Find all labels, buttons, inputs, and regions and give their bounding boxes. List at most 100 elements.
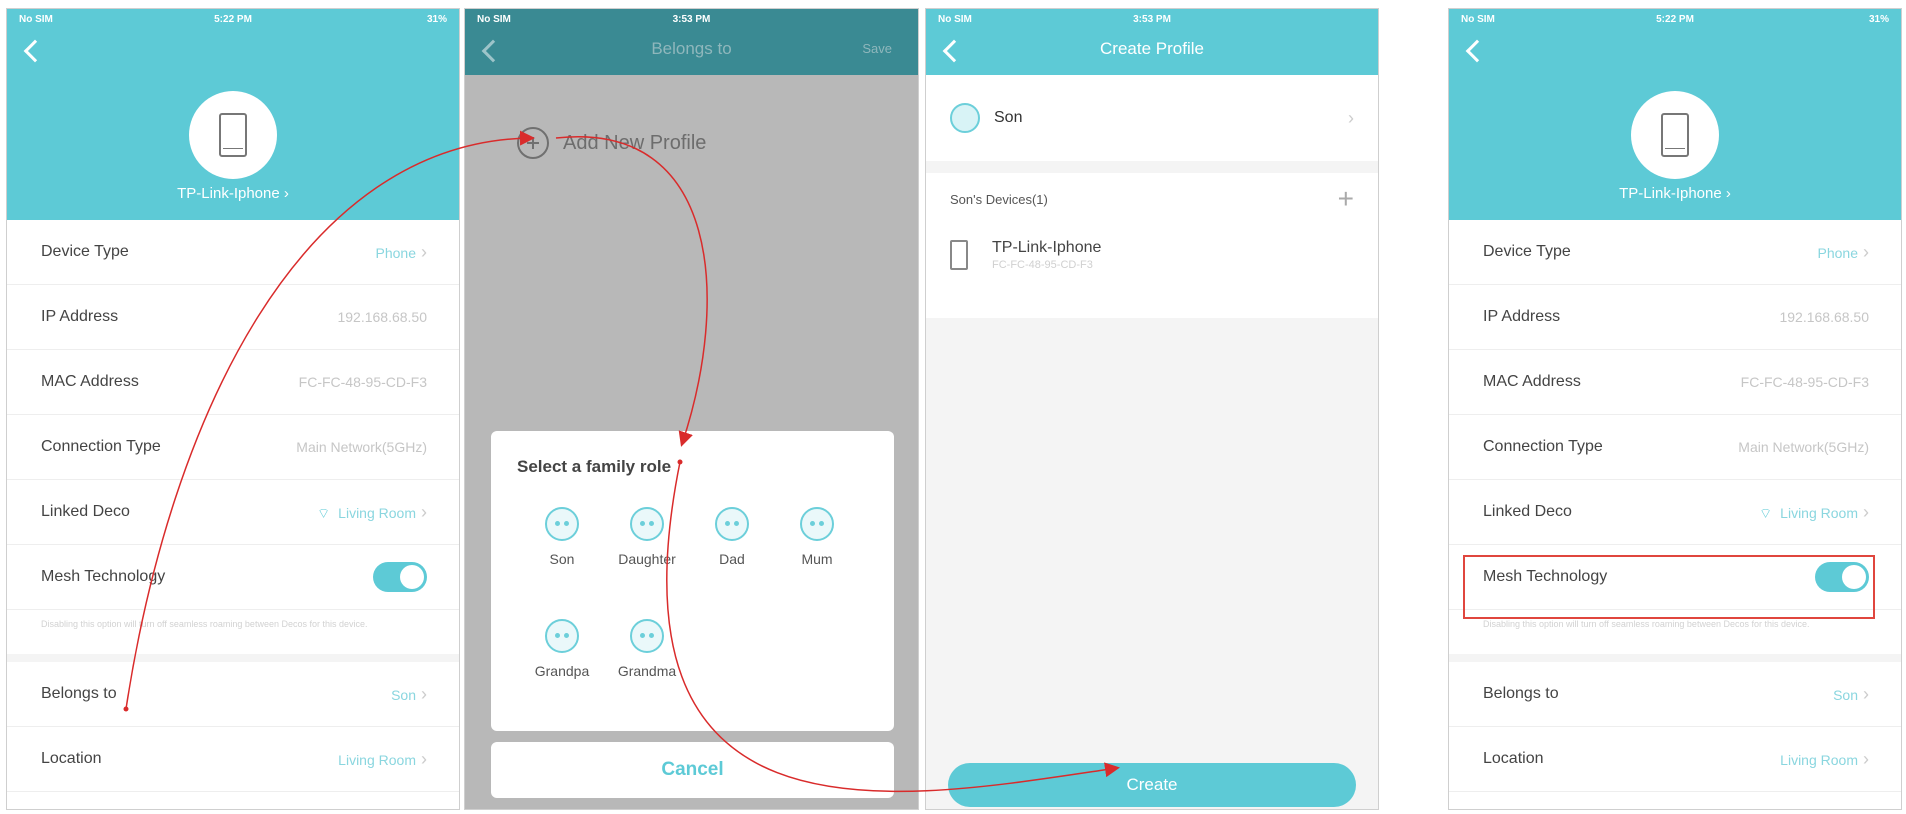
carrier-label: No SIM	[1461, 13, 1495, 25]
role-label: Mum	[801, 551, 833, 567]
carrier-label: No SIM	[19, 13, 53, 25]
mesh-hint: Disabling this option will turn off seam…	[7, 610, 459, 662]
row-label: Linked Deco	[1483, 503, 1572, 520]
add-device-icon[interactable]: +	[1338, 183, 1354, 215]
role-son[interactable]: Son	[519, 507, 605, 567]
row-label: Location	[1483, 750, 1544, 767]
status-bar: No SIM 3:53 PM	[465, 9, 918, 29]
row-linked-deco: Linked Deco ⌔ Living Room	[1449, 480, 1901, 545]
row-value: Son	[391, 684, 427, 705]
row-label: Belongs to	[41, 685, 117, 702]
row-label: MAC Address	[41, 373, 139, 390]
page-title: Create Profile	[1100, 39, 1204, 58]
device-detail-screen: No SIM 5:22 PM 31% TP-Link-Iphone › Devi…	[6, 8, 460, 810]
time-label: 3:53 PM	[672, 13, 711, 25]
row-label: Belongs to	[1483, 685, 1559, 702]
create-profile-screen: No SIM 3:53 PM Create Profile Son › Son'…	[925, 8, 1379, 810]
linked-deco-value: Living Room	[338, 504, 416, 521]
status-bar: No SIM 5:22 PM 31%	[7, 9, 459, 29]
carrier-label: No SIM	[938, 13, 972, 25]
role-label: Dad	[719, 551, 745, 567]
device-info: TP-Link-Iphone FC-FC-48-95-CD-F3	[992, 239, 1101, 271]
row-value: Son	[1833, 684, 1869, 705]
row-label: Location	[41, 750, 102, 767]
device-header: No SIM 5:22 PM 31% TP-Link-Iphone ›	[1449, 9, 1901, 220]
row-value: 192.168.68.50	[1779, 309, 1869, 325]
son-avatar-icon	[950, 103, 980, 133]
phone-icon	[950, 240, 968, 270]
row-device-type[interactable]: Device Type Phone	[7, 220, 459, 285]
linked-deco-value: Living Room	[1780, 504, 1858, 521]
battery-label: 31%	[427, 13, 448, 25]
back-icon[interactable]	[23, 39, 47, 63]
row-label: Device Type	[41, 243, 129, 260]
row-location[interactable]: Location Living Room	[1449, 727, 1901, 792]
role-mum[interactable]: Mum	[774, 507, 860, 567]
row-label: MAC Address	[1483, 373, 1581, 390]
status-bar: No SIM 5:22 PM 31%	[1449, 9, 1901, 29]
device-name: TP-Link-Iphone	[992, 239, 1102, 256]
row-mac-address: MAC Address FC-FC-48-95-CD-F3	[7, 350, 459, 415]
grandma-icon	[630, 619, 664, 653]
add-new-profile-button[interactable]: Add New Profile	[517, 127, 706, 159]
mesh-toggle[interactable]	[373, 562, 427, 592]
mesh-technology-highlight	[1463, 555, 1875, 619]
create-button[interactable]: Create	[948, 763, 1356, 807]
role-daughter[interactable]: Daughter	[604, 507, 690, 567]
row-label: Mesh Technology	[41, 568, 166, 585]
sheet-title: Select a family role	[517, 457, 672, 476]
device-detail-screen-highlight: No SIM 5:22 PM 31% TP-Link-Iphone › Devi…	[1448, 8, 1902, 810]
nav-bar: No SIM 3:53 PM Create Profile	[926, 9, 1378, 75]
row-label: Device Type	[1483, 243, 1571, 260]
row-value: ⌔ Living Room	[317, 502, 427, 523]
role-grandpa[interactable]: Grandpa	[519, 619, 605, 679]
row-belongs-to[interactable]: Belongs to Son	[1449, 662, 1901, 727]
cancel-button[interactable]: Cancel	[491, 742, 894, 798]
role-label: Grandma	[617, 663, 677, 679]
row-connection-type: Connection Type Main Network(5GHz)	[7, 415, 459, 480]
wifi-icon: ⌔	[1759, 504, 1773, 521]
device-mac: FC-FC-48-95-CD-F3	[992, 259, 1093, 271]
row-value: ⌔ Living Room	[1759, 502, 1869, 523]
row-belongs-to[interactable]: Belongs to Son	[7, 662, 459, 727]
belongs-to-screen: No SIM 3:53 PM Belongs to Save Add New P…	[464, 8, 919, 810]
plus-circle-icon	[517, 127, 549, 159]
list-item: TP-Link-Iphone FC-FC-48-95-CD-F3	[926, 225, 1378, 285]
row-label: IP Address	[1483, 308, 1561, 325]
family-role-sheet: Select a family role Son Daughter Dad Mu…	[491, 431, 894, 731]
device-avatar	[1631, 91, 1719, 179]
save-button[interactable]: Save	[862, 41, 892, 56]
device-name-link[interactable]: TP-Link-Iphone ›	[1449, 185, 1901, 202]
row-location[interactable]: Location Living Room	[7, 727, 459, 792]
page-title: Belongs to	[651, 39, 732, 58]
device-name-link[interactable]: TP-Link-Iphone ›	[7, 185, 459, 202]
row-ip-address: IP Address 192.168.68.50	[7, 285, 459, 350]
carrier-label: No SIM	[477, 13, 511, 25]
battery-label: 31%	[1869, 13, 1890, 25]
profile-name-row[interactable]: Son ›	[926, 75, 1378, 161]
role-grandma[interactable]: Grandma	[604, 619, 690, 679]
device-info-list: Device Type Phone IP Address 192.168.68.50…	[7, 220, 459, 792]
row-value: Living Room	[338, 749, 427, 770]
row-label: IP Address	[41, 308, 119, 325]
row-linked-deco: Linked Deco ⌔ Living Room	[7, 480, 459, 545]
profile-name: Son	[994, 109, 1023, 126]
devices-header-label: Son's Devices(1)	[950, 191, 1048, 207]
row-mac-address: MAC Address FC-FC-48-95-CD-F3	[1449, 350, 1901, 415]
grandpa-icon	[545, 619, 579, 653]
time-label: 5:22 PM	[214, 13, 252, 25]
row-device-type[interactable]: Device Type Phone	[1449, 220, 1901, 285]
role-label: Son	[549, 551, 575, 567]
row-value: Main Network(5GHz)	[296, 439, 427, 455]
devices-header: Son's Devices(1) +	[926, 173, 1378, 225]
row-label: Connection Type	[41, 438, 161, 455]
mum-icon	[800, 507, 834, 541]
role-dad[interactable]: Dad	[689, 507, 775, 567]
wifi-icon: ⌔	[317, 504, 331, 521]
row-mesh-technology: Mesh Technology	[7, 545, 459, 610]
role-label: Daughter	[618, 551, 676, 567]
back-icon[interactable]	[1465, 39, 1489, 63]
daughter-icon	[630, 507, 664, 541]
add-new-profile-label: Add New Profile	[563, 131, 707, 154]
device-info-list: Device Type Phone IP Address 192.168.68.50…	[1449, 220, 1901, 792]
